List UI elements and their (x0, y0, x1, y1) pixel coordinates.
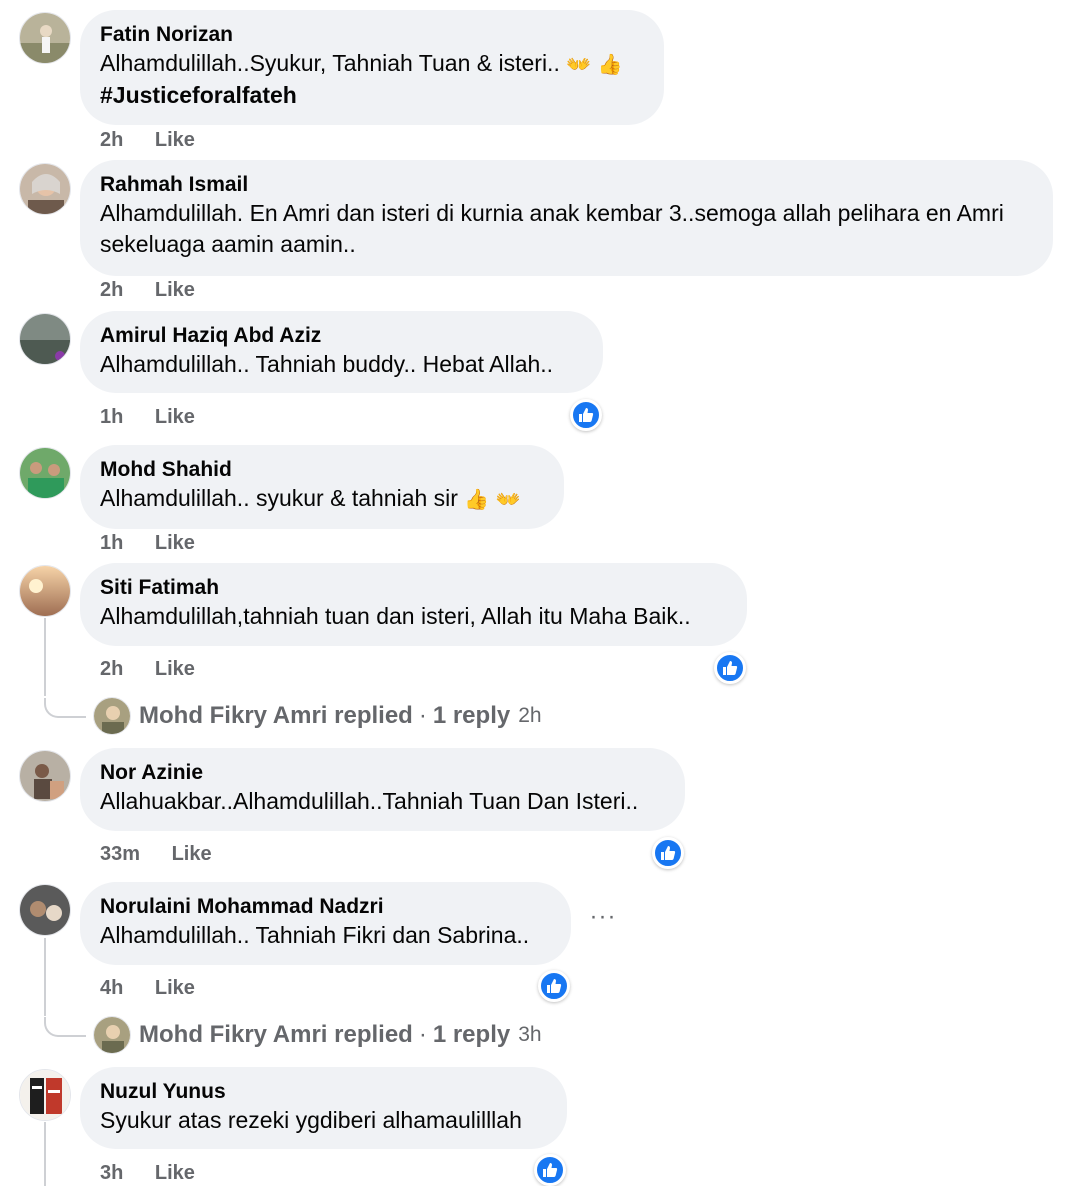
like-button[interactable]: Like (155, 406, 195, 428)
comment-time[interactable]: 2h (100, 279, 123, 301)
avatar[interactable] (19, 163, 71, 215)
comment-bubble: Norulaini Mohammad Nadzri Alhamdulillah.… (80, 882, 571, 965)
thumbs-up-icon[interactable] (652, 837, 684, 869)
comment-time[interactable]: 3h (100, 1162, 123, 1184)
comment-time[interactable]: 2h (100, 658, 123, 680)
reply-separator: · (418, 1021, 427, 1048)
avatar (93, 1016, 131, 1054)
comment-bubble: Fatin Norizan Alhamdulillah..Syukur, Tah… (80, 10, 664, 125)
like-button[interactable]: Like (155, 977, 195, 999)
reply-count[interactable]: 1 reply (433, 702, 510, 730)
thumbs-up-icon[interactable] (714, 652, 746, 684)
avatar[interactable] (19, 750, 71, 802)
comment-author[interactable]: Amirul Haziq Abd Aziz (100, 323, 583, 349)
hashtag-link[interactable]: #Justiceforalfateh (100, 82, 297, 108)
comment-text-body: Alhamdulillah.. syukur & tahniah sir (100, 485, 458, 511)
comment-text: Alhamdulillah..Syukur, Tahniah Tuan & is… (100, 48, 644, 80)
thread-line (44, 618, 46, 696)
reply-separator: · (418, 702, 427, 729)
reply-author[interactable]: Mohd Fikry Amri replied (139, 702, 413, 730)
like-button[interactable]: Like (172, 843, 212, 865)
comment-text: Alhamdulillah.. syukur & tahniah sir 👍 👐 (100, 483, 544, 515)
comment-meta: 2h Like (100, 129, 195, 152)
comment-text: Syukur atas rezeki ygdiberi alhamaulilll… (100, 1107, 522, 1133)
comment-text: Allahuakbar..Alhamdulillah..Tahniah Tuan… (100, 788, 639, 814)
comment-author[interactable]: Norulaini Mohammad Nadzri (100, 894, 551, 920)
thread-connector (44, 698, 86, 718)
comment-author[interactable]: Rahmah Ismail (100, 172, 1033, 198)
comment-bubble: Siti Fatimah Alhamdulillah,tahniah tuan … (80, 563, 747, 646)
thumbs-up-icon[interactable] (538, 970, 570, 1002)
comment-bubble: Mohd Shahid Alhamdulillah.. syukur & tah… (80, 445, 564, 529)
comment-text: Alhamdulillah,tahniah tuan dan isteri, A… (100, 603, 691, 629)
comment-time[interactable]: 1h (100, 532, 123, 554)
clap-icon: 👐 👍 (566, 52, 623, 76)
comment-bubble: Nuzul Yunus Syukur atas rezeki ygdiberi … (80, 1067, 567, 1149)
like-button[interactable]: Like (155, 1162, 195, 1184)
thread-line (44, 938, 46, 1016)
comment-author[interactable]: Nor Azinie (100, 760, 665, 786)
reply-count[interactable]: 1 reply (433, 1021, 510, 1049)
avatar[interactable] (19, 447, 71, 499)
thread-line (44, 1122, 46, 1186)
reply-author[interactable]: Mohd Fikry Amri replied (139, 1021, 413, 1049)
comment-hashtag-line: #Justiceforalfateh (100, 80, 644, 111)
like-button[interactable]: Like (155, 658, 195, 680)
like-button[interactable]: Like (155, 532, 195, 554)
comment-author[interactable]: Fatin Norizan (100, 22, 644, 48)
comment-bubble: Amirul Haziq Abd Aziz Alhamdulillah.. Ta… (80, 311, 603, 393)
comment-time[interactable]: 4h (100, 977, 123, 999)
comment-author[interactable]: Mohd Shahid (100, 457, 544, 483)
avatar (93, 697, 131, 735)
like-button[interactable]: Like (155, 129, 195, 151)
comment-bubble: Rahmah Ismail Alhamdulillah. En Amri dan… (80, 160, 1053, 276)
comment-meta: 4h Like (100, 977, 195, 1000)
comment-author[interactable]: Nuzul Yunus (100, 1079, 547, 1105)
avatar[interactable] (19, 1069, 71, 1121)
reply-time: 3h (518, 1023, 542, 1046)
reply-time: 2h (518, 704, 542, 727)
comment-time[interactable]: 2h (100, 129, 123, 151)
comment-time[interactable]: 1h (100, 406, 123, 428)
more-options-icon[interactable]: ··· (588, 905, 618, 938)
avatar[interactable] (19, 12, 71, 64)
comment-text: Alhamdulillah.. Tahniah buddy.. Hebat Al… (100, 351, 554, 377)
comment-meta: 3h Like (100, 1162, 195, 1185)
comment-text: Alhamdulillah. En Amri dan isteri di kur… (100, 200, 1004, 257)
view-replies-link[interactable]: Mohd Fikry Amri replied · 1 reply 3h (93, 1016, 542, 1054)
avatar[interactable] (19, 884, 71, 936)
comment-meta: 1h Like (100, 406, 195, 429)
thread-connector (44, 1017, 86, 1037)
comment-author[interactable]: Siti Fatimah (100, 575, 727, 601)
comment-meta: 2h Like (100, 279, 195, 302)
comment-time[interactable]: 33m (100, 843, 140, 865)
thumbs-up-icon[interactable] (534, 1154, 566, 1186)
comment-text-body: Alhamdulillah..Syukur, Tahniah Tuan & is… (100, 50, 560, 76)
thumbs-up-icon[interactable] (570, 399, 602, 431)
comment-meta: 33m Like (100, 843, 212, 866)
comment-text: Alhamdulillah.. Tahniah Fikri dan Sabrin… (100, 922, 530, 948)
avatar[interactable] (19, 565, 71, 617)
view-replies-link[interactable]: Mohd Fikry Amri replied · 1 reply 2h (93, 697, 542, 735)
comment-bubble: Nor Azinie Allahuakbar..Alhamdulillah..T… (80, 748, 685, 831)
avatar[interactable] (19, 313, 71, 365)
like-button[interactable]: Like (155, 279, 195, 301)
thumbs-up-emoji-icon: 👍 👐 (464, 487, 521, 511)
comment-meta: 1h Like (100, 532, 195, 555)
comment-meta: 2h Like (100, 658, 195, 681)
